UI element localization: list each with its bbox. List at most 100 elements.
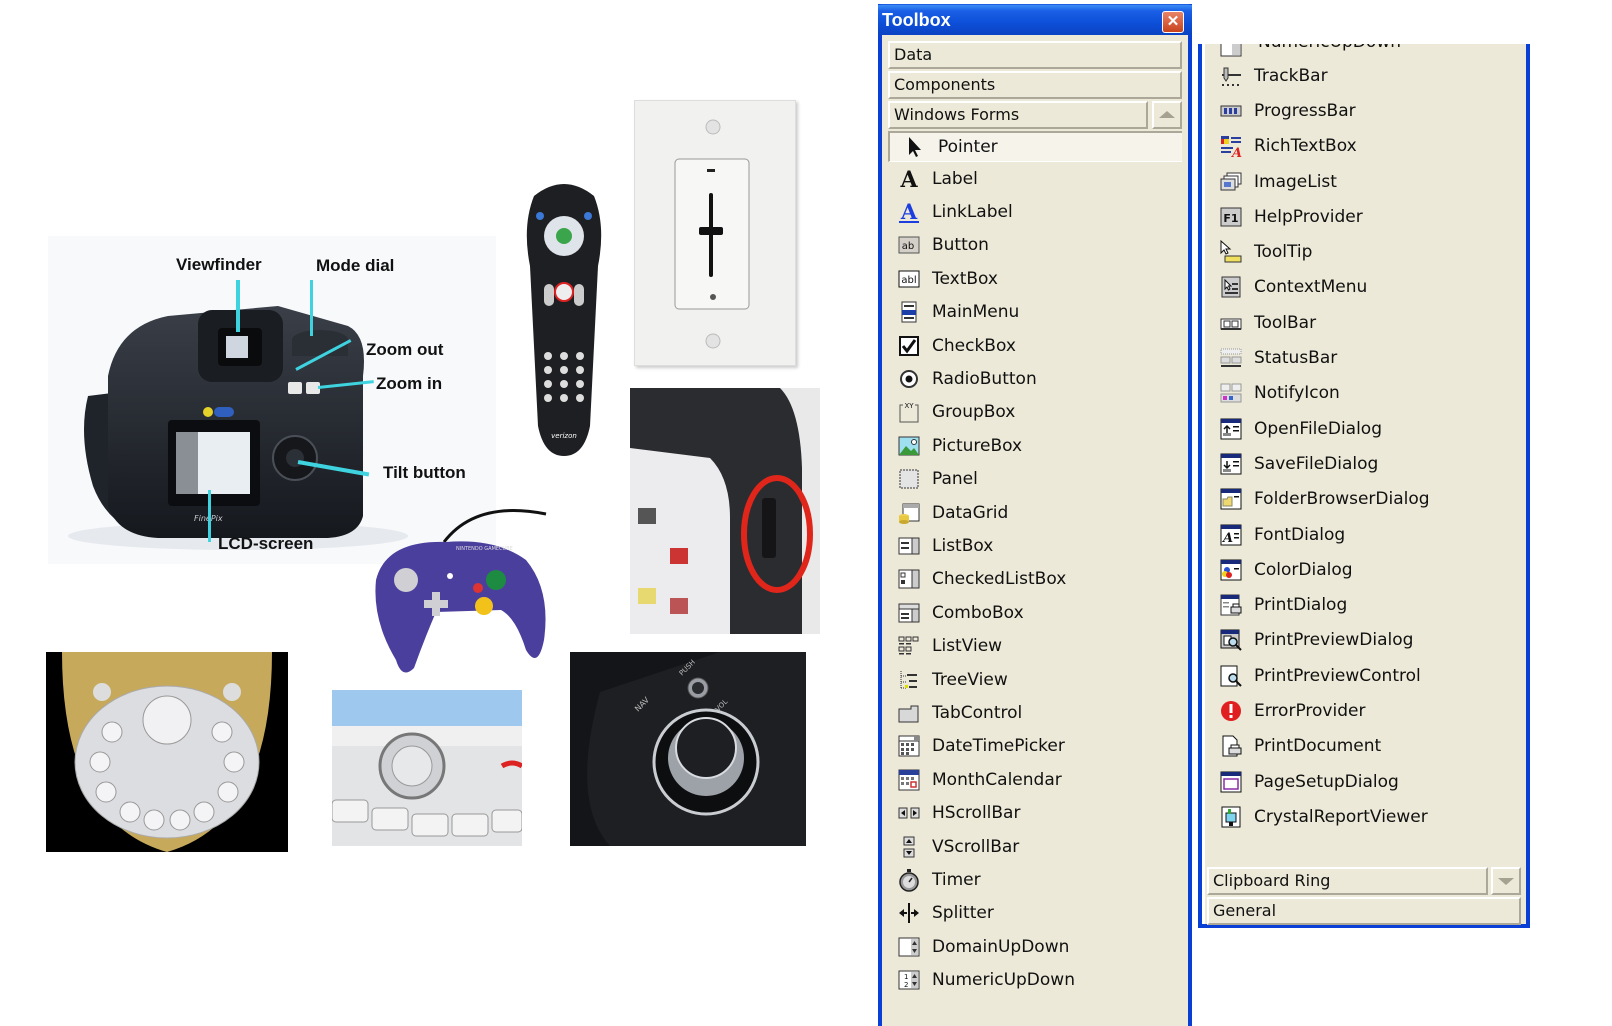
tab-general[interactable]: General: [1207, 896, 1521, 925]
list-item-statusbar[interactable]: StatusBar: [1202, 340, 1526, 375]
close-button[interactable]: ✕: [1162, 11, 1184, 33]
list-item-label: TrackBar: [1254, 65, 1328, 86]
list-item-datagrid[interactable]: DataGrid: [882, 496, 1188, 529]
list-item-label: PageSetupDialog: [1254, 771, 1399, 792]
list-item-tabcontrol[interactable]: TabControl: [882, 696, 1188, 729]
list-item-crystalreportviewer[interactable]: CrystalReportViewer: [1202, 799, 1526, 834]
svg-text:A: A: [1221, 531, 1233, 546]
list-item-label: Button: [932, 235, 989, 256]
list-item-numericupdown-partial[interactable]: NumericUpDown: [1202, 44, 1526, 58]
list-item-tooltip[interactable]: ToolTip: [1202, 234, 1526, 269]
list-item-checkedlistbox[interactable]: CheckedListBox: [882, 563, 1188, 596]
list-item-toolbar[interactable]: ToolBar: [1202, 305, 1526, 340]
tab-data[interactable]: Data: [888, 41, 1182, 69]
close-icon: ✕: [1166, 13, 1180, 30]
list-item-button[interactable]: ab Button: [882, 229, 1188, 262]
list-item-label: StatusBar: [1254, 348, 1338, 369]
list-item-domainupdown[interactable]: DomainUpDown: [882, 930, 1188, 963]
list-item-notifyicon[interactable]: NotifyIcon: [1202, 376, 1526, 411]
gamecube-controller-photo: NINTENDO GAMECUBE: [366, 500, 552, 680]
printpreviewdialog-icon: [1218, 628, 1244, 652]
list-item-picturebox[interactable]: PictureBox: [882, 429, 1188, 462]
svg-text:ab: ab: [902, 241, 914, 252]
list-item-mainmenu[interactable]: MainMenu: [882, 296, 1188, 329]
list-item-linklabel[interactable]: A LinkLabel: [882, 195, 1188, 228]
tooltip-icon: [1218, 240, 1244, 264]
list-item-printpreviewcontrol[interactable]: PrintPreviewControl: [1202, 658, 1526, 693]
list-item-radiobutton[interactable]: RadioButton: [882, 362, 1188, 395]
list-item-label: ToolBar: [1254, 312, 1317, 333]
list-item-progressbar[interactable]: ProgressBar: [1202, 93, 1526, 128]
list-item-printpreviewdialog[interactable]: PrintPreviewDialog: [1202, 623, 1526, 658]
list-item-label: ContextMenu: [1254, 277, 1368, 298]
numericupdown-icon: [1218, 44, 1244, 58]
list-item-listbox[interactable]: ListBox: [882, 529, 1188, 562]
button-icon: ab: [896, 233, 922, 257]
helpprovider-icon: F1: [1218, 205, 1244, 229]
list-item-hscrollbar[interactable]: HScrollBar: [882, 796, 1188, 829]
list-item-textbox[interactable]: abl TextBox: [882, 262, 1188, 295]
tab-components[interactable]: Components: [888, 71, 1182, 99]
fontdialog-icon: A: [1218, 523, 1244, 547]
label-icon: A: [896, 167, 922, 191]
list-item-datetimepicker[interactable]: DateTimePicker: [882, 730, 1188, 763]
list-item-pointer[interactable]: Pointer: [888, 131, 1182, 162]
list-item-timer[interactable]: Timer: [882, 863, 1188, 896]
scroll-down-button[interactable]: [1491, 866, 1521, 895]
list-item-trackbar[interactable]: TrackBar: [1202, 58, 1526, 93]
list-item-contextmenu[interactable]: ContextMenu: [1202, 270, 1526, 305]
list-item-monthcalendar[interactable]: MonthCalendar: [882, 763, 1188, 796]
contextmenu-icon: [1218, 275, 1244, 299]
list-item-openfiledialog[interactable]: OpenFileDialog: [1202, 411, 1526, 446]
list-item-label: Label: [932, 168, 978, 189]
toolbox-title-bar[interactable]: Toolbox ✕: [878, 5, 1192, 35]
list-item-checkbox[interactable]: CheckBox: [882, 329, 1188, 362]
list-item-printdialog[interactable]: PrintDialog: [1202, 587, 1526, 622]
tab-clipboard-ring[interactable]: Clipboard Ring: [1207, 866, 1488, 895]
list-item-pagesetupdialog[interactable]: PageSetupDialog: [1202, 764, 1526, 799]
svg-text:A: A: [1230, 146, 1242, 158]
list-item-splitter[interactable]: Splitter: [882, 897, 1188, 930]
list-item-colordialog[interactable]: ColorDialog: [1202, 552, 1526, 587]
checkbox-icon: [896, 334, 922, 358]
phone-side-button-photo: [630, 388, 820, 634]
list-item-fontdialog[interactable]: A FontDialog: [1202, 517, 1526, 552]
list-item-richtextbox[interactable]: A RichTextBox: [1202, 129, 1526, 164]
listbox-icon: [896, 534, 922, 558]
list-item-treeview[interactable]: TreeView: [882, 663, 1188, 696]
list-item-folderbrowserdialog[interactable]: FolderBrowserDialog: [1202, 482, 1526, 517]
list-item-label: ErrorProvider: [1254, 700, 1366, 721]
list-item-label: PictureBox: [932, 435, 1023, 456]
list-item-errorprovider[interactable]: ErrorProvider: [1202, 693, 1526, 728]
list-item-label: PrintDialog: [1254, 595, 1348, 616]
groupbox-icon: XY: [896, 400, 922, 424]
list-item-groupbox[interactable]: XY GroupBox: [882, 396, 1188, 429]
pointer-icon: [902, 135, 928, 159]
list-item-listview[interactable]: ListView: [882, 629, 1188, 662]
phone-side-button-image: [630, 388, 813, 634]
list-item-label: NumericUpDown: [932, 970, 1075, 991]
list-item-label: TabControl: [932, 702, 1023, 723]
windows-forms-item-list: Pointer A Label A LinkLabel ab Button abl TextBo…: [882, 131, 1188, 997]
panel-icon: [896, 467, 922, 491]
list-item-combobox[interactable]: ComboBox: [882, 596, 1188, 629]
svg-text:2: 2: [904, 981, 908, 989]
list-item-numericupdown[interactable]: 1 2 NumericUpDown: [882, 963, 1188, 996]
list-item-savefiledialog[interactable]: SaveFileDialog: [1202, 446, 1526, 481]
tab-windows-forms[interactable]: Windows Forms: [888, 101, 1148, 129]
list-item-panel[interactable]: Panel: [882, 463, 1188, 496]
colordialog-icon: [1218, 558, 1244, 582]
list-item-printdocument[interactable]: PrintDocument: [1202, 729, 1526, 764]
list-item-label: FolderBrowserDialog: [1254, 489, 1430, 510]
list-item-label[interactable]: A Label: [882, 162, 1188, 195]
list-item-label: DataGrid: [932, 502, 1009, 523]
tv-remote-image: verizon: [526, 184, 602, 456]
list-item-vscrollbar[interactable]: VScrollBar: [882, 830, 1188, 863]
numericupdown-icon: 12: [896, 968, 922, 992]
list-item-label: MainMenu: [932, 302, 1020, 323]
scroll-up-button[interactable]: [1152, 101, 1182, 129]
list-item-helpprovider[interactable]: F1 HelpProvider: [1202, 199, 1526, 234]
list-item-label: TreeView: [932, 669, 1008, 690]
remote-brand: verizon: [551, 432, 577, 440]
list-item-imagelist[interactable]: ImageList: [1202, 164, 1526, 199]
